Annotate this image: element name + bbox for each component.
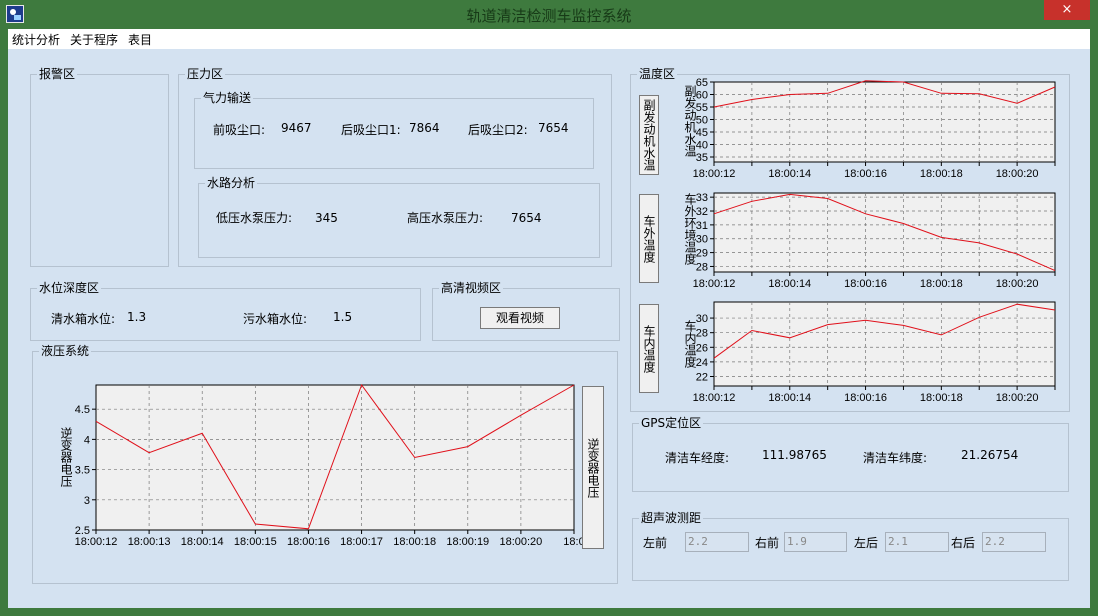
front-left-field[interactable]: 2.2 — [685, 532, 749, 552]
rear-left-label: 左后 — [854, 536, 879, 550]
window-title: 轨道清洁检测车监控系统 — [466, 7, 632, 25]
clean-tank-label: 清水箱水位: — [51, 312, 116, 326]
inside-temp-xtick-label: 18:00:14 — [768, 392, 811, 404]
inside-temp-xtick-label: 18:00:12 — [693, 392, 736, 404]
waterway-label: 水路分析 — [205, 176, 258, 190]
menu-about[interactable]: 关于程序 — [70, 31, 118, 48]
inverter-voltage-button[interactable]: 逆变器电压 — [582, 386, 604, 549]
dirty-tank-label: 污水箱水位: — [243, 312, 308, 326]
inside-temp-chart: 22 24 26 28 30 18:00:12 18:00:14 18:00:16 18:00:… — [693, 301, 1056, 404]
inside-temp-plot-area — [713, 301, 1056, 387]
rear-right-field[interactable]: 2.2 — [982, 532, 1046, 552]
front-suction-label: 前吸尘口: — [213, 123, 266, 137]
high-pressure-pump-value: 7654 — [511, 211, 542, 225]
video-group: 高清视频区 观看视频 — [432, 281, 620, 341]
front-right-field[interactable]: 1.9 — [784, 532, 847, 552]
rear-right-label: 右后 — [951, 536, 976, 550]
inside-temp-xtick-label: 18:00:18 — [920, 392, 963, 404]
hydraulic-ytick-label: 3 — [84, 495, 90, 507]
gps-group: GPS定位区 清洁车经度: 111.98765 清洁车纬度: 21.26754 — [632, 416, 1069, 492]
hydraulic-xtick-label: 18:00:16 — [287, 536, 330, 548]
inside-temp-ytick-label: 28 — [696, 328, 708, 340]
hydraulic-xtick-label: 18:00:14 — [181, 536, 224, 548]
inside-temp-ytick-label: 26 — [696, 342, 708, 354]
inside-temp-ytick-label: 22 — [696, 372, 708, 384]
pressure-group-label: 压力区 — [185, 67, 226, 81]
inside-temp-ytick-label: 30 — [696, 313, 708, 325]
longitude-label: 清洁车经度: — [665, 451, 730, 465]
hydraulic-xtick-label: 18:00:15 — [234, 536, 277, 548]
rear-left-field[interactable]: 2.1 — [885, 532, 949, 552]
ultrasonic-group-label: 超声波测距 — [639, 511, 704, 525]
hydraulic-xtick-label: 18:00:20 — [499, 536, 542, 548]
hydraulic-ytick-label: 4 — [84, 434, 90, 446]
latitude-value: 21.26754 — [961, 448, 1019, 462]
video-group-label: 高清视频区 — [439, 281, 504, 295]
hydraulic-xtick-label: 18:00:19 — [446, 536, 489, 548]
high-pressure-pump-label: 高压水泵压力: — [407, 211, 484, 225]
hydraulic-xtick-label: 18:00:17 — [340, 536, 383, 548]
hydraulic-xtick-label: 18:00:12 — [75, 536, 118, 548]
low-pressure-pump-value: 345 — [315, 211, 338, 225]
inside-temp-xtick-label: 18:00:16 — [844, 392, 887, 404]
ultrasonic-group: 超声波测距 左前 2.2 右前 1.9 左后 2.1 右后 2.2 — [632, 511, 1069, 581]
waterway-group: 水路分析 低压水泵压力: 345 高压水泵压力: 7654 — [198, 176, 600, 258]
front-left-label: 左前 — [643, 536, 668, 550]
menu-statistics[interactable]: 统计分析 — [12, 31, 60, 48]
rear-suction-1-label: 后吸尘口1: — [341, 123, 401, 137]
alarm-group: 报警区 — [30, 67, 169, 267]
dirty-tank-value: 1.5 — [333, 310, 353, 324]
temperature-group: 温度区 副发动机水温 车外温度 车内温度 副发动机水温 35 40 45 50 55 60… — [630, 67, 1070, 412]
inverter-voltage-chart: 2.533.544.518:00:12 18:00:13 18:00:14 18:00… — [75, 383, 585, 548]
clean-tank-value: 1.3 — [127, 310, 147, 324]
menu-table[interactable]: 表目 — [128, 31, 152, 48]
front-right-label: 右前 — [755, 536, 780, 550]
front-suction-value: 9467 — [281, 121, 312, 135]
water-level-label: 水位深度区 — [37, 281, 102, 295]
rear-suction-2-label: 后吸尘口2: — [468, 123, 528, 137]
main-content: 报警区 压力区 气力输送 前吸尘口: 9467 后吸尘口1: 7864 后吸尘口… — [8, 49, 1090, 608]
close-button[interactable]: × — [1044, 0, 1090, 20]
hydraulic-ytick-label: 4.5 — [75, 404, 90, 416]
air-transport-group: 气力输送 前吸尘口: 9467 后吸尘口1: 7864 后吸尘口2: 7654 — [194, 91, 594, 169]
inside-temp-ytick-label: 24 — [696, 357, 708, 369]
alarm-group-label: 报警区 — [37, 67, 78, 81]
menu-bar: 统计分析 关于程序 表目 — [8, 29, 1090, 49]
latitude-label: 清洁车纬度: — [863, 451, 928, 465]
longitude-value: 111.98765 — [762, 448, 827, 462]
water-level-group: 水位深度区 清水箱水位: 1.3 污水箱水位: 1.5 — [30, 281, 421, 341]
low-pressure-pump-label: 低压水泵压力: — [216, 211, 293, 225]
hydraulic-ytick-label: 3.5 — [75, 465, 90, 477]
inside-temp-xtick-label: 18:00:20 — [996, 392, 1039, 404]
rear-suction-2-value: 7654 — [538, 121, 569, 135]
pressure-group: 压力区 气力输送 前吸尘口: 9467 后吸尘口1: 7864 后吸尘口2: 7… — [178, 67, 612, 267]
hydraulic-xtick-label: 18:00:13 — [128, 536, 171, 548]
rear-suction-1-value: 7864 — [409, 121, 440, 135]
gps-group-label: GPS定位区 — [639, 416, 704, 430]
hydraulic-group: 液压系统 逆变器电压 2.5 3 3.5 4 4.5 18:00:12 18:00:13 18… — [32, 344, 618, 584]
air-transport-label: 气力输送 — [201, 91, 254, 105]
watch-video-button[interactable]: 观看视频 — [480, 307, 560, 329]
hydraulic-xtick-label: 18:00:18 — [393, 536, 436, 548]
title-bar: 轨道清洁检测车监控系统 × — [0, 0, 1098, 29]
